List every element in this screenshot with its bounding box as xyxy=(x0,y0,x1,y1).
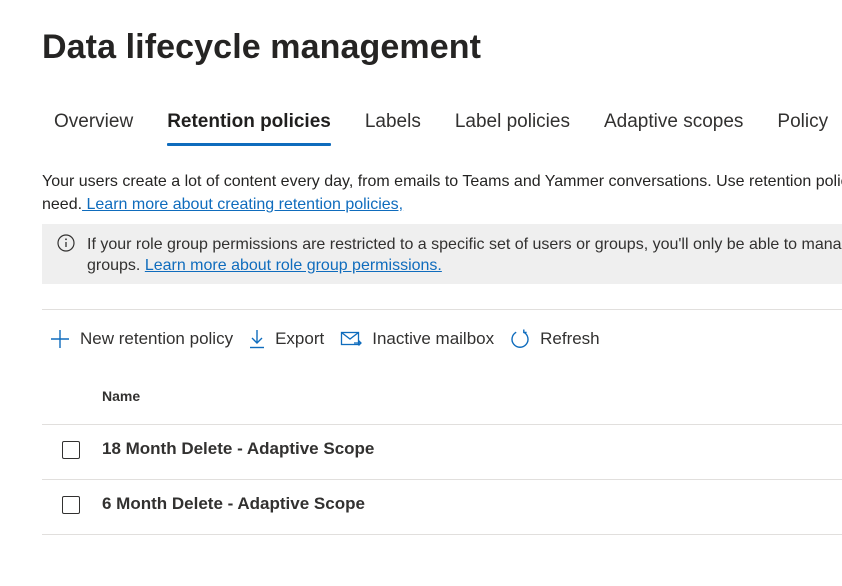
refresh-label: Refresh xyxy=(540,329,600,348)
tab-bar: Overview Retention policies Labels Label… xyxy=(42,104,842,150)
learn-more-role-group-link[interactable]: Learn more about role group permissions. xyxy=(145,257,442,274)
row-divider xyxy=(42,534,842,535)
description-text-continued: need. xyxy=(42,196,83,213)
description-text: Your users create a lot of content every… xyxy=(42,173,842,190)
export-button[interactable]: Export xyxy=(241,318,332,360)
row-checkbox[interactable] xyxy=(62,496,80,514)
policy-name[interactable]: 6 Month Delete - Adaptive Scope xyxy=(102,494,365,514)
tab-label-policies[interactable]: Label policies xyxy=(443,104,582,150)
inactive-mailbox-button[interactable]: Inactive mailbox xyxy=(332,318,502,360)
mailbox-icon xyxy=(341,331,363,346)
row-checkbox[interactable] xyxy=(62,441,80,459)
tab-overview[interactable]: Overview xyxy=(42,104,145,150)
banner-text-block: If your role group permissions are restr… xyxy=(87,234,842,276)
export-label: Export xyxy=(275,329,325,348)
info-icon xyxy=(57,234,75,252)
info-banner: If your role group permissions are restr… xyxy=(42,224,842,284)
table-row[interactable]: 18 Month Delete - Adaptive Scope xyxy=(42,424,842,478)
tab-retention-policies[interactable]: Retention policies xyxy=(155,104,343,150)
tab-policy[interactable]: Policy xyxy=(765,104,840,150)
learn-more-retention-link[interactable]: Learn more about creating retention poli… xyxy=(82,196,403,213)
inactive-mailbox-label: Inactive mailbox xyxy=(372,329,495,348)
refresh-icon xyxy=(511,329,529,348)
banner-text-continued: groups. xyxy=(87,257,145,274)
plus-icon xyxy=(51,330,69,348)
policy-name[interactable]: 18 Month Delete - Adaptive Scope xyxy=(102,439,374,459)
tab-labels[interactable]: Labels xyxy=(353,104,433,150)
tab-adaptive-scopes[interactable]: Adaptive scopes xyxy=(592,104,755,150)
column-header-name[interactable]: Name xyxy=(102,388,140,404)
refresh-button[interactable]: Refresh xyxy=(502,318,608,360)
download-icon xyxy=(250,330,265,349)
toolbar-divider xyxy=(42,309,842,310)
command-bar: New retention policy Export Inactive mai… xyxy=(42,318,608,360)
banner-text: If your role group permissions are restr… xyxy=(87,236,842,253)
page-description: Your users create a lot of content every… xyxy=(42,170,842,216)
new-retention-policy-label: New retention policy xyxy=(80,329,234,348)
new-retention-policy-button[interactable]: New retention policy xyxy=(42,318,241,360)
page: Data lifecycle management Overview Reten… xyxy=(0,0,842,586)
page-title: Data lifecycle management xyxy=(42,28,482,66)
table-row[interactable]: 6 Month Delete - Adaptive Scope xyxy=(42,479,842,533)
